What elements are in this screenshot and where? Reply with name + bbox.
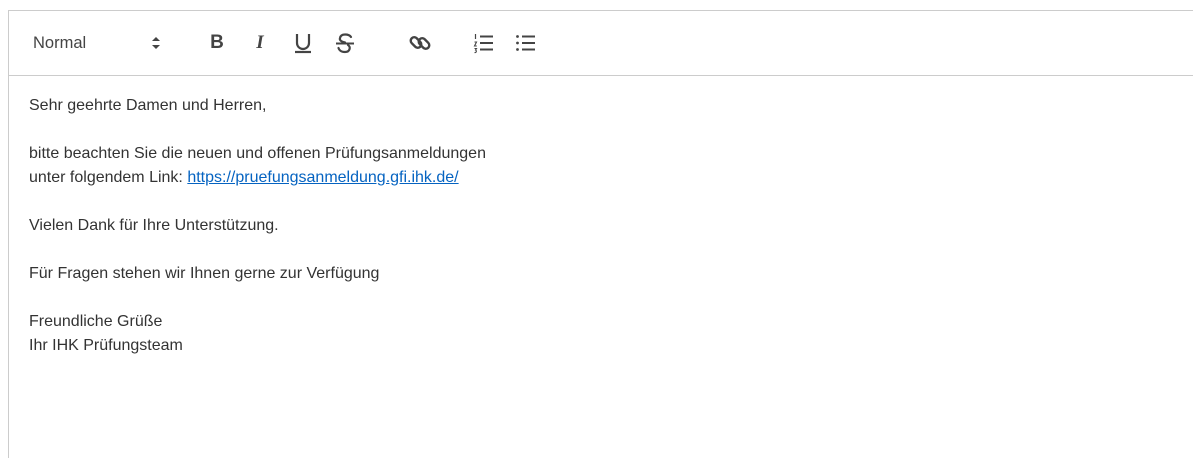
format-select-label: Normal xyxy=(33,33,87,52)
link-icon xyxy=(409,36,431,50)
italic-icon: I xyxy=(256,32,264,53)
underline-icon xyxy=(295,34,311,54)
strikethrough-button[interactable] xyxy=(332,11,358,75)
bullet-list-button[interactable] xyxy=(513,11,539,75)
closing-text: Freundliche Grüße xyxy=(29,313,163,330)
greeting-text: Sehr geehrte Damen und Herren, xyxy=(29,97,267,114)
body-line-1: bitte beachten Sie die neuen und offenen… xyxy=(29,145,486,162)
bold-button[interactable]: B xyxy=(205,11,229,75)
chevron-updown-icon xyxy=(152,37,160,49)
bullet-list-icon xyxy=(516,35,535,51)
editor-content[interactable]: Sehr geehrte Damen und Herren, bitte bea… xyxy=(29,94,1173,358)
strikethrough-icon xyxy=(336,33,354,54)
bold-icon: B xyxy=(210,32,224,53)
questions-text: Für Fragen stehen wir Ihnen gerne zur Ve… xyxy=(29,265,380,282)
rich-text-editor: Normal B I Sehr geehrte Damen und Herren… xyxy=(8,10,1193,458)
body-line-2-prefix: unter folgendem Link: xyxy=(29,169,188,186)
ordered-list-icon xyxy=(473,34,493,54)
signature-text: Ihr IHK Prüfungsteam xyxy=(29,337,183,354)
ordered-list-button[interactable] xyxy=(472,11,496,75)
editor-toolbar: Normal B I xyxy=(9,11,1193,76)
italic-button[interactable]: I xyxy=(249,11,271,75)
thanks-text: Vielen Dank für Ihre Unterstützung. xyxy=(29,217,279,234)
format-select[interactable]: Normal xyxy=(33,11,173,75)
registration-link[interactable]: https://pruefungsanmeldung.gfi.ihk.de/ xyxy=(187,169,458,186)
link-button[interactable] xyxy=(406,11,434,75)
underline-button[interactable] xyxy=(291,11,315,75)
body-line-2: unter folgendem Link: https://pruefungsa… xyxy=(29,166,1173,190)
